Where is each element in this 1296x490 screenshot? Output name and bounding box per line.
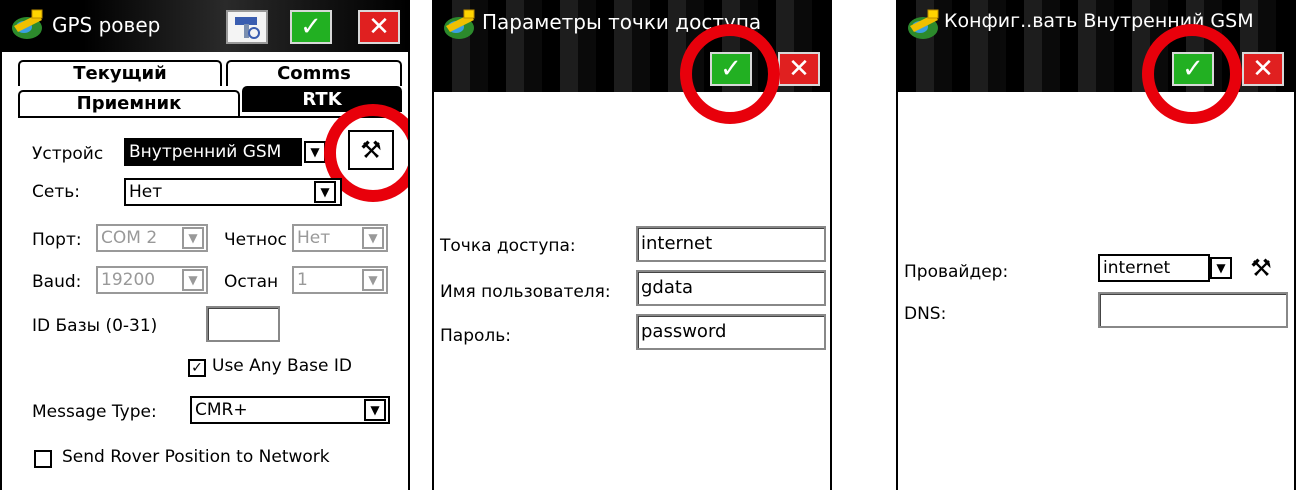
send-rover-label: Send Rover Position to Network xyxy=(62,447,330,467)
tab-current[interactable]: Текущий xyxy=(18,60,222,86)
parity-label: Четнос xyxy=(224,230,287,250)
title-bar: GPS ровер ✓ ✕ xyxy=(2,0,408,52)
access-point-label: Точка доступа: xyxy=(440,236,576,256)
baud-label: Baud: xyxy=(32,272,82,292)
device-dropdown[interactable]: ▼ xyxy=(304,141,326,163)
close-icon: ✕ xyxy=(788,54,810,84)
satellite-tool-button[interactable] xyxy=(226,10,268,44)
use-any-base-label: Use Any Base ID xyxy=(212,356,352,376)
window-title: GPS ровер xyxy=(52,13,161,37)
chevron-down-icon: ▼ xyxy=(370,403,380,417)
screen-gps-rover: GPS ровер ✓ ✕ Текущий Comms Приемник RTK… xyxy=(0,0,410,490)
network-dropdown[interactable]: ▼ xyxy=(314,181,336,203)
close-button[interactable]: ✕ xyxy=(358,10,400,44)
message-type-dropdown[interactable]: ▼ xyxy=(364,399,386,421)
close-icon: ✕ xyxy=(368,12,390,42)
access-point-input[interactable]: internet xyxy=(636,226,826,262)
provider-settings-button[interactable]: ⚒ xyxy=(1236,252,1286,284)
highlight-ring xyxy=(680,24,780,124)
satellite-globe-icon xyxy=(8,6,46,42)
tab-receiver[interactable]: Приемник xyxy=(18,90,240,116)
chevron-down-icon: ▼ xyxy=(310,145,320,159)
base-id-input[interactable] xyxy=(206,306,280,342)
provider-label: Провайдер: xyxy=(904,262,1009,282)
device-label: Устройс xyxy=(32,144,104,164)
port-label: Порт: xyxy=(32,230,82,250)
network-label: Сеть: xyxy=(32,182,80,202)
message-type-select[interactable]: CMR+ xyxy=(190,396,390,424)
checkmark-icon: ✓ xyxy=(300,12,322,42)
chevron-down-icon: ▼ xyxy=(368,231,378,245)
password-input[interactable]: password xyxy=(636,314,826,350)
use-any-base-checkbox[interactable]: ✓ xyxy=(188,359,206,377)
parity-dropdown[interactable]: ▼ xyxy=(362,227,384,249)
device-select[interactable]: Внутренний GSM xyxy=(124,138,302,166)
provider-dropdown[interactable]: ▼ xyxy=(1210,257,1232,279)
close-icon: ✕ xyxy=(1252,54,1274,84)
base-id-label: ID Базы (0-31) xyxy=(32,316,158,336)
chevron-down-icon: ▼ xyxy=(188,231,198,245)
screen-configure-gsm: Конфиг..вать Внутренний GSM ✓ ✕ Провайде… xyxy=(896,0,1296,490)
network-select[interactable]: Нет xyxy=(124,178,342,206)
tools-icon: ⚒ xyxy=(1250,254,1272,282)
send-rover-checkbox[interactable] xyxy=(34,450,52,468)
satellite-globe-icon xyxy=(440,6,478,42)
chevron-down-icon: ▼ xyxy=(320,185,330,199)
dns-label: DNS: xyxy=(904,304,947,324)
tab-comms[interactable]: Comms xyxy=(226,60,402,86)
screen-access-point-params: Параметры точки доступа ✓ ✕ Точка доступ… xyxy=(432,0,832,490)
baud-dropdown[interactable]: ▼ xyxy=(182,269,204,291)
stop-bits-label: Остан xyxy=(224,272,279,292)
password-label: Пароль: xyxy=(440,326,512,346)
checkmark-icon: ✓ xyxy=(191,360,203,376)
satellite-globe-icon xyxy=(904,6,942,42)
close-button[interactable]: ✕ xyxy=(1242,52,1284,86)
message-type-label: Message Type: xyxy=(32,402,157,422)
highlight-ring xyxy=(1142,24,1242,124)
chevron-down-icon: ▼ xyxy=(368,273,378,287)
port-dropdown[interactable]: ▼ xyxy=(182,227,204,249)
username-input[interactable]: gdata xyxy=(636,270,826,306)
close-button[interactable]: ✕ xyxy=(778,52,820,86)
username-label: Имя пользователя: xyxy=(440,282,611,302)
dns-input[interactable] xyxy=(1098,292,1288,328)
stop-bits-dropdown[interactable]: ▼ xyxy=(362,269,384,291)
provider-select[interactable]: internet xyxy=(1098,254,1210,282)
satellite-tool-icon xyxy=(235,17,260,39)
chevron-down-icon: ▼ xyxy=(1216,261,1226,275)
ok-button[interactable]: ✓ xyxy=(290,10,332,44)
chevron-down-icon: ▼ xyxy=(188,273,198,287)
